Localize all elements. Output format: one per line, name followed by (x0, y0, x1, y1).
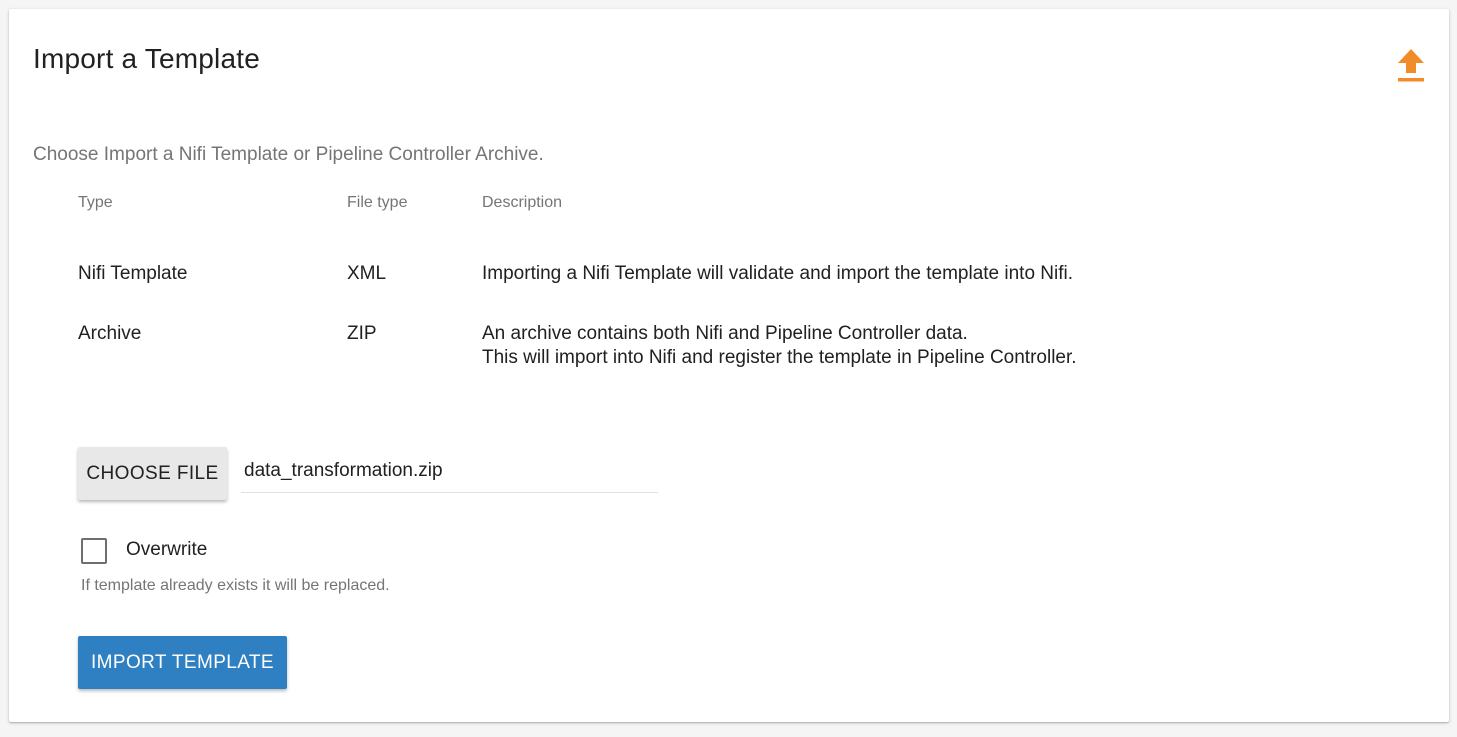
upload-icon[interactable] (1395, 47, 1427, 83)
overwrite-checkbox[interactable] (81, 538, 107, 564)
column-header-file-type: File type (347, 194, 408, 211)
row-type: Nifi Template (78, 263, 188, 284)
row-description-line-1: An archive contains both Nifi and Pipeli… (482, 323, 968, 344)
choose-file-button[interactable]: CHOOSE FILE (78, 447, 227, 500)
column-header-type: Type (78, 194, 113, 211)
overwrite-label[interactable]: Overwrite (126, 539, 207, 561)
intro-text: Choose Import a Nifi Template or Pipelin… (33, 144, 544, 165)
page-title: Import a Template (33, 43, 260, 74)
column-header-description: Description (482, 194, 563, 211)
overwrite-hint: If template already exists it will be re… (81, 577, 390, 594)
row-file-type: ZIP (347, 323, 377, 344)
import-template-card: Import a Template Choose Import a Nifi T… (9, 9, 1449, 722)
selected-file-field[interactable]: data_transformation.zip (241, 457, 658, 493)
row-type: Archive (78, 323, 142, 344)
row-description-line-2: This will import into Nifi and register … (482, 347, 1077, 368)
import-template-button[interactable]: IMPORT TEMPLATE (78, 636, 287, 689)
row-description: Importing a Nifi Template will validate … (482, 263, 1074, 284)
row-file-type: XML (347, 263, 387, 284)
